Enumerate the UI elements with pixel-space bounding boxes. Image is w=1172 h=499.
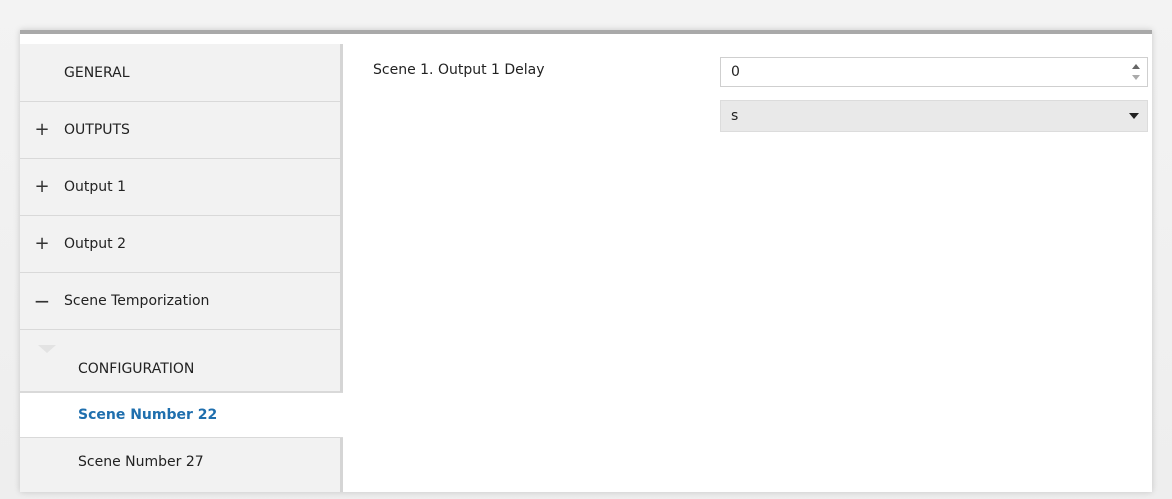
- spin-down-icon[interactable]: [1132, 75, 1140, 80]
- sidebar-subitem-scene-number-22[interactable]: Scene Number 22: [20, 392, 343, 438]
- sidebar-item-scene-temporization[interactable]: − Scene Temporization: [20, 272, 340, 330]
- chevron-down-icon[interactable]: [1129, 113, 1139, 119]
- sidebar-subitem-scene-number-27[interactable]: Scene Number 27: [20, 439, 340, 485]
- sidebar-subitem-label: Scene Number 27: [78, 454, 204, 470]
- sidebar: GENERAL + OUTPUTS + Output 1 + Output 2 …: [20, 44, 343, 492]
- sidebar-item-label: Output 1: [64, 178, 126, 195]
- minus-icon[interactable]: −: [20, 289, 64, 313]
- sidebar-item-label: OUTPUTS: [64, 121, 130, 138]
- sidebar-item-label: Output 2: [64, 235, 126, 252]
- sidebar-item-output-1[interactable]: + Output 1: [20, 158, 340, 216]
- sidebar-subitem-configuration[interactable]: CONFIGURATION: [20, 346, 340, 392]
- plus-icon[interactable]: +: [20, 176, 64, 197]
- delay-unit-value: s: [731, 108, 739, 124]
- spinner-icon[interactable]: [1131, 62, 1141, 82]
- sidebar-item-label: Scene Temporization: [64, 292, 210, 309]
- plus-icon[interactable]: +: [20, 119, 64, 140]
- sidebar-item-outputs[interactable]: + OUTPUTS: [20, 101, 340, 159]
- sidebar-subitem-label: CONFIGURATION: [78, 360, 195, 377]
- sidebar-item-output-2[interactable]: + Output 2: [20, 215, 340, 273]
- screenshot-frame: GENERAL + OUTPUTS + Output 1 + Output 2 …: [0, 0, 1172, 499]
- delay-number-input[interactable]: 0: [720, 57, 1148, 87]
- spin-up-icon[interactable]: [1132, 64, 1140, 69]
- parameters-window: GENERAL + OUTPUTS + Output 1 + Output 2 …: [20, 30, 1152, 492]
- sidebar-subitem-label: Scene Number 22: [78, 407, 218, 423]
- delay-unit-select[interactable]: s: [720, 100, 1148, 132]
- plus-icon[interactable]: +: [20, 233, 64, 254]
- delay-field-label: Scene 1. Output 1 Delay: [373, 62, 545, 78]
- sidebar-item-general[interactable]: GENERAL: [20, 44, 340, 102]
- delay-value: 0: [731, 64, 740, 80]
- parameter-panel: Scene 1. Output 1 Delay 0 s: [343, 44, 1152, 492]
- sidebar-item-label: GENERAL: [64, 64, 130, 81]
